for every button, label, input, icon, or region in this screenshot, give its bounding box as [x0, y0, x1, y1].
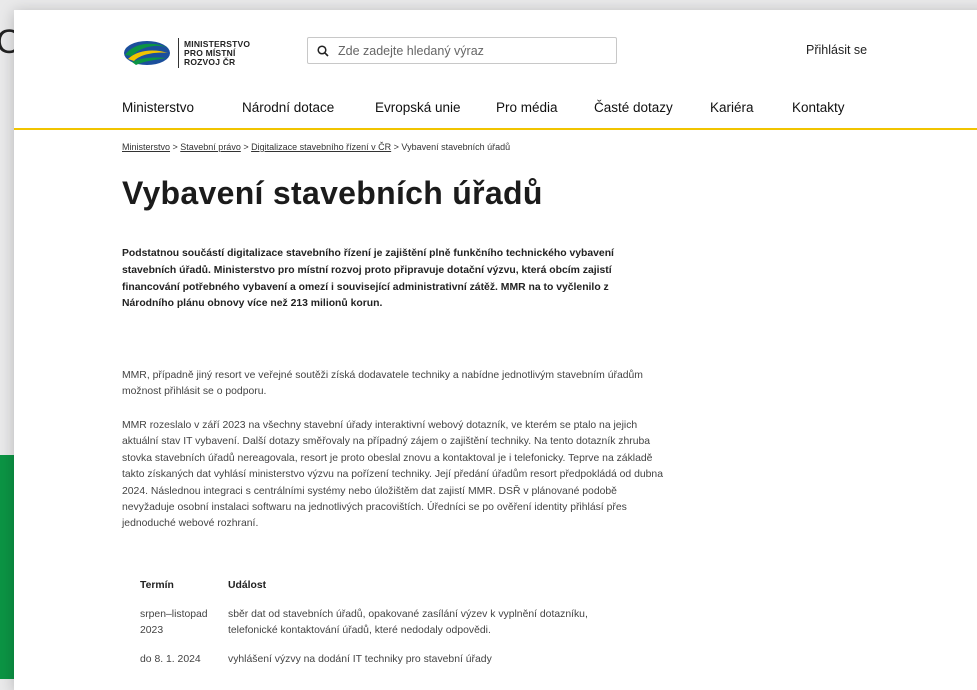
table-cell-date: do 8. 1. 2024	[140, 653, 201, 665]
table-cell-date: srpen–listopad 2023	[140, 609, 208, 637]
browser-page: MINISTERSTVO PRO MÍSTNÍ ROZVOJ ČR Přihlá…	[14, 10, 977, 690]
logo-text: MINISTERSTVO PRO MÍSTNÍ ROZVOJ ČR	[184, 39, 250, 67]
body-paragraph: MMR, případně jiný resort ve veřejné sou…	[122, 370, 643, 398]
search-box[interactable]	[307, 37, 617, 64]
breadcrumb-link-ministerstvo[interactable]: Ministerstvo	[122, 142, 170, 152]
breadcrumb-link-digitalizace[interactable]: Digitalizace stavebního řízení v ČR	[251, 142, 391, 152]
table-cell-event: sběr dat od stavebních úřadů, opakované …	[228, 609, 588, 637]
nav-item-kariera[interactable]: Kariéra	[710, 100, 792, 115]
nav-item-kontakty[interactable]: Kontakty	[792, 100, 862, 115]
nav-item-narodni-dotace[interactable]: Národní dotace	[242, 100, 375, 115]
nav-underline	[14, 128, 977, 130]
breadcrumb-separator: >	[240, 142, 252, 152]
table-header-termin: Termín	[140, 580, 174, 591]
breadcrumb-separator: >	[170, 142, 181, 152]
logo-divider	[178, 38, 179, 68]
table-header-row: Termín Událost	[122, 580, 598, 607]
nav-item-pro-media[interactable]: Pro média	[496, 100, 594, 115]
nav-item-caste-dotazy[interactable]: Časté dotazy	[594, 100, 710, 115]
breadcrumb: Ministerstvo > Stavební právo > Digitali…	[122, 142, 510, 152]
logo-line: ROZVOJ ČR	[184, 56, 236, 67]
body-paragraph: MMR rozeslalo v září 2023 na všechny sta…	[122, 420, 663, 530]
mmr-logo[interactable]: MINISTERSTVO PRO MÍSTNÍ ROZVOJ ČR	[122, 34, 262, 72]
page-title: Vybavení stavebních úřadů	[122, 175, 543, 211]
table-row: do 8. 1. 2024 vyhlášení výzvy na dodání …	[122, 652, 598, 680]
mmr-logo-icon	[124, 41, 170, 65]
main-navigation: Ministerstvo Národní dotace Evropská uni…	[122, 100, 862, 115]
table-row: srpen–listopad 2023 sběr dat od stavební…	[122, 607, 598, 652]
table-header-udalost: Událost	[228, 580, 267, 591]
breadcrumb-separator: >	[391, 142, 402, 152]
lead-paragraph: Podstatnou součástí digitalizace stavebn…	[122, 248, 614, 310]
search-icon[interactable]	[317, 44, 329, 57]
breadcrumb-current: Vybavení stavebních úřadů	[401, 142, 511, 152]
login-link[interactable]: Přihlásit se	[806, 43, 867, 57]
timeline-table: Termín Událost srpen–listopad 2023 sběr …	[122, 580, 598, 680]
nav-item-evropska-unie[interactable]: Evropská unie	[375, 100, 496, 115]
table-cell-event: vyhlášení výzvy na dodání IT techniky pr…	[228, 653, 492, 665]
breadcrumb-link-stavebni-pravo[interactable]: Stavební právo	[180, 142, 241, 152]
nav-item-ministerstvo[interactable]: Ministerstvo	[122, 100, 242, 115]
search-input[interactable]	[336, 42, 600, 59]
